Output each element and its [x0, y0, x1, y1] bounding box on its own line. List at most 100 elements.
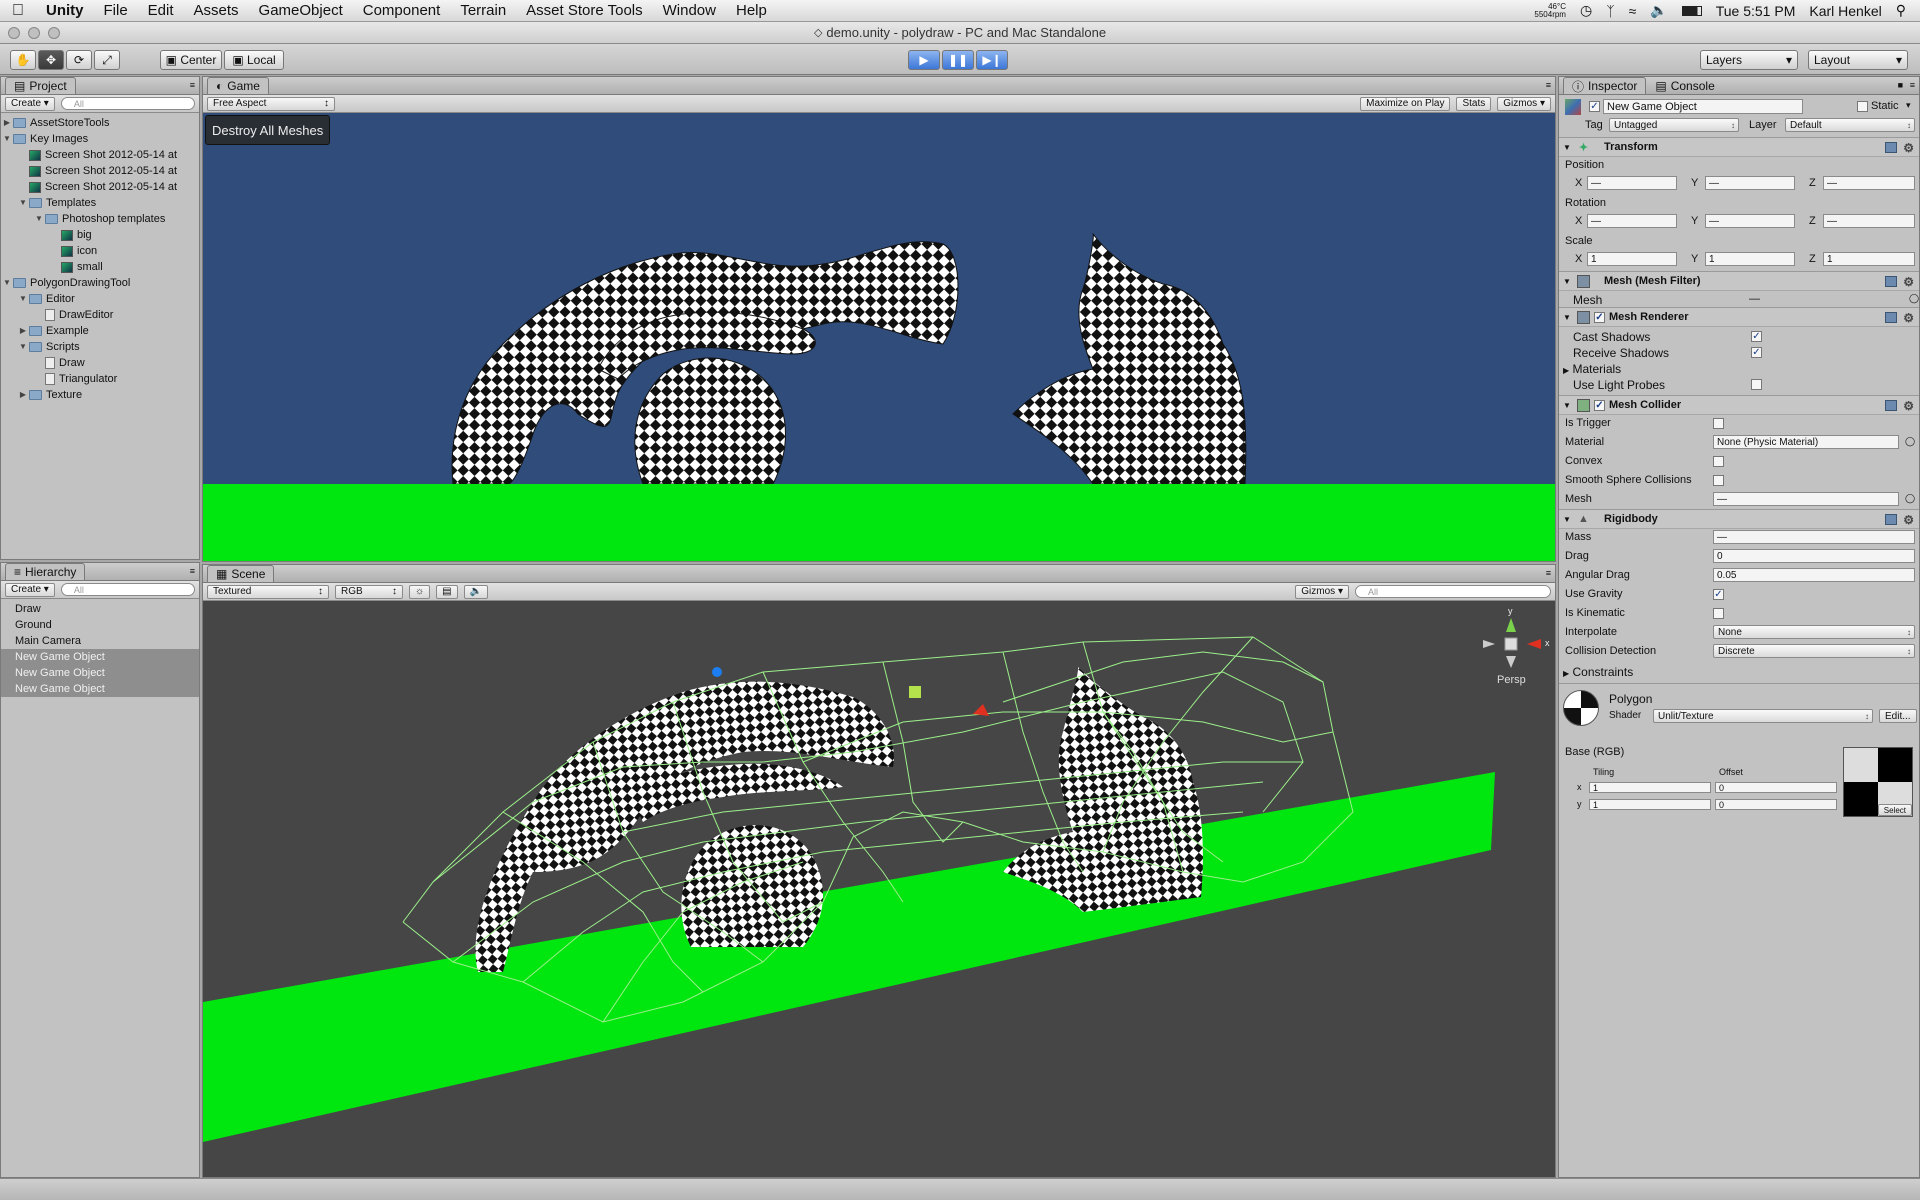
project-item[interactable]: ▶ Example [1, 323, 199, 339]
project-item[interactable]: icon [1, 243, 199, 259]
rigidbody-header[interactable]: ▼ ▲ Rigidbody ⚙ [1559, 509, 1919, 529]
menu-app-unity[interactable]: Unity [36, 2, 94, 19]
help-book-icon[interactable] [1885, 142, 1897, 153]
hierarchy-item[interactable]: Draw [1, 601, 199, 617]
rotate-tool-button[interactable]: ⟳ [66, 50, 92, 70]
convex-checkbox[interactable] [1713, 456, 1724, 467]
rotation-y-field[interactable]: — [1705, 214, 1795, 228]
receive-shadows-checkbox[interactable]: ✓ [1751, 347, 1762, 358]
collapse-icon[interactable]: ▼ [1, 131, 13, 147]
step-button[interactable]: ▶❙ [976, 50, 1008, 70]
clock[interactable]: Tue 5:51 PM [1716, 3, 1796, 19]
object-picker-icon[interactable]: ◯ [1909, 293, 1919, 304]
layers-dropdown[interactable]: Layers ▾ [1700, 50, 1798, 70]
project-item[interactable]: Draw [1, 355, 199, 371]
help-book-icon[interactable] [1885, 400, 1897, 411]
tiling-x-field[interactable]: 1 [1589, 782, 1711, 793]
hierarchy-create-dropdown[interactable]: Create ▾ [5, 582, 55, 597]
hierarchy-item[interactable]: New Game Object [1, 649, 199, 665]
scene-audio-toggle[interactable]: 🔈 [463, 584, 489, 599]
collapse-icon[interactable]: ▼ [1, 275, 13, 291]
tag-dropdown[interactable]: Untagged [1609, 118, 1739, 132]
project-search-input[interactable]: All [60, 97, 195, 110]
panel-menu-icon[interactable]: ≡ [1546, 80, 1551, 90]
texture-slot[interactable]: Select [1843, 747, 1913, 817]
pivot-local-button[interactable]: ▣ Local [224, 50, 284, 70]
pivot-center-button[interactable]: ▣ Center [160, 50, 222, 70]
materials-foldout[interactable]: ▶ Materials [1563, 362, 1621, 376]
static-dropdown-icon[interactable]: ▾ [1906, 100, 1911, 111]
spotlight-search-icon[interactable]: ⚲ [1896, 2, 1906, 19]
position-z-field[interactable]: — [1823, 176, 1915, 190]
scene-vertex-handle[interactable] [712, 667, 722, 677]
panel-menu-icon[interactable]: ≡ [190, 566, 195, 576]
tab-game[interactable]: ◐ Game [207, 77, 269, 94]
cast-shadows-checkbox[interactable]: ✓ [1751, 331, 1762, 342]
zoom-window-icon[interactable] [48, 27, 60, 39]
project-item[interactable]: small [1, 259, 199, 275]
scale-y-field[interactable]: 1 [1705, 252, 1795, 266]
game-viewport[interactable]: Destroy All Meshes [203, 114, 1555, 561]
hierarchy-item[interactable]: Main Camera [1, 633, 199, 649]
rotation-x-field[interactable]: — [1587, 214, 1677, 228]
static-checkbox[interactable] [1857, 101, 1868, 112]
menu-component[interactable]: Component [353, 2, 451, 19]
project-item[interactable]: Screen Shot 2012-05-14 at [1, 147, 199, 163]
interpolate-dropdown[interactable]: None [1713, 625, 1915, 639]
project-item[interactable]: ▼ Photoshop templates [1, 211, 199, 227]
panel-menu-icon[interactable]: ≡ [190, 80, 195, 90]
constraints-foldout[interactable]: ▶ Constraints [1563, 665, 1633, 679]
time-machine-icon[interactable]: ◷ [1580, 2, 1592, 19]
collision-detection-dropdown[interactable]: Discrete [1713, 644, 1915, 658]
shader-dropdown[interactable]: Unlit/Texture [1653, 709, 1873, 723]
close-window-icon[interactable] [8, 27, 20, 39]
is-trigger-checkbox[interactable] [1713, 418, 1724, 429]
gear-icon[interactable]: ⚙ [1903, 275, 1914, 289]
project-create-dropdown[interactable]: Create ▾ [5, 96, 55, 111]
layout-dropdown[interactable]: Layout ▾ [1808, 50, 1908, 70]
mesh-filter-header[interactable]: ▼ Mesh (Mesh Filter) ⚙ [1559, 271, 1919, 291]
menu-edit[interactable]: Edit [138, 2, 184, 19]
wifi-icon[interactable]: ≈ [1629, 3, 1637, 19]
hierarchy-search-input[interactable]: All [60, 583, 195, 596]
destroy-all-meshes-button[interactable]: Destroy All Meshes [205, 115, 331, 145]
mesh-collider-header[interactable]: ▼ ✓ Mesh Collider ⚙ [1559, 395, 1919, 415]
collapse-icon[interactable]: ▼ [17, 195, 29, 211]
menu-help[interactable]: Help [726, 2, 777, 19]
play-button[interactable]: ▶ [908, 50, 940, 70]
help-book-icon[interactable] [1885, 276, 1897, 287]
apple-icon[interactable]:  [0, 2, 36, 20]
scene-orientation-gizmo[interactable]: y x Persp [1475, 606, 1555, 686]
hierarchy-item[interactable]: New Game Object [1, 681, 199, 697]
mesh-collider-enabled-checkbox[interactable]: ✓ [1594, 399, 1605, 411]
use-gravity-checkbox[interactable]: ✓ [1713, 589, 1724, 600]
help-book-icon[interactable] [1885, 514, 1897, 525]
tab-project[interactable]: ▤ Project [5, 77, 76, 94]
scale-x-field[interactable]: 1 [1587, 252, 1677, 266]
projection-label[interactable]: Persp [1497, 674, 1526, 686]
collapse-icon[interactable]: ▼ [17, 291, 29, 307]
bluetooth-icon[interactable]: ᛉ [1606, 3, 1614, 19]
menu-assets[interactable]: Assets [184, 2, 249, 19]
color-mode-dropdown[interactable]: RGB ↕ [335, 584, 403, 599]
expand-icon[interactable]: ▶ [1, 115, 13, 131]
mesh-filter-mesh-value[interactable]: — [1749, 293, 1760, 305]
project-item[interactable]: ▼ Templates [1, 195, 199, 211]
hand-tool-button[interactable]: ✋ [10, 50, 36, 70]
scene-skybox-toggle[interactable]: ▤ [436, 584, 458, 599]
collider-mesh-field[interactable]: — [1713, 492, 1899, 506]
user-name[interactable]: Karl Henkel [1809, 3, 1881, 19]
shader-edit-button[interactable]: Edit... [1879, 709, 1917, 723]
help-book-icon[interactable] [1885, 312, 1897, 323]
gear-icon[interactable]: ⚙ [1903, 141, 1914, 155]
project-item[interactable]: ▼ Editor [1, 291, 199, 307]
project-item[interactable]: big [1, 227, 199, 243]
scene-search-input[interactable]: All [1355, 585, 1551, 598]
temperature-readout[interactable]: 46°C 5504rpm [1534, 2, 1566, 19]
tab-hierarchy[interactable]: ≡ Hierarchy [5, 563, 86, 580]
scale-tool-button[interactable]: ⤢ [94, 50, 120, 70]
active-checkbox[interactable]: ✓ [1589, 101, 1600, 112]
collapse-icon[interactable]: ▼ [33, 211, 45, 227]
transform-header[interactable]: ▼ ✦ Transform ⚙ [1559, 137, 1919, 157]
scene-selection-handle[interactable] [909, 686, 921, 698]
